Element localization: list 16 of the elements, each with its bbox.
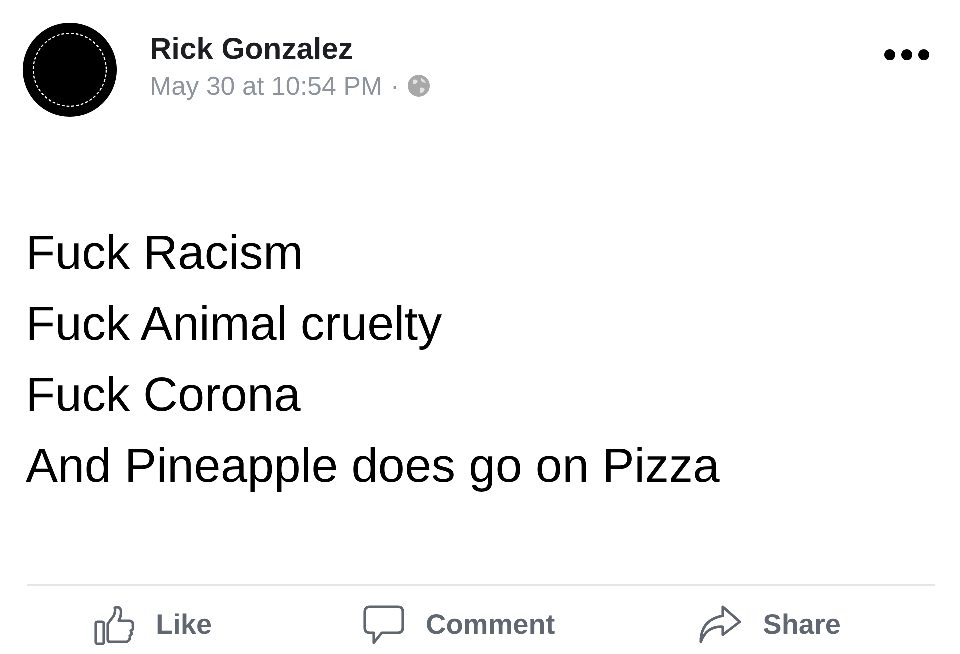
speech-bubble-icon	[362, 604, 406, 646]
share-arrow-icon[interactable]	[697, 604, 744, 646]
post-timestamp[interactable]: May 30 at 10:54 PM	[150, 70, 383, 102]
thumbs-up-icon	[94, 604, 136, 646]
globe-icon	[407, 74, 432, 98]
post-text-line: Fuck Corona	[26, 368, 302, 424]
author-name[interactable]: Rick Gonzalez	[150, 32, 884, 66]
more-options-icon[interactable]	[884, 49, 930, 61]
share-button[interactable]: Share	[697, 592, 841, 654]
post-text-line: And Pineapple does go on Pizza	[26, 439, 721, 495]
post-text-line: Fuck Animal cruelty	[26, 297, 444, 353]
separator-dot: ·	[390, 70, 400, 102]
like-button[interactable]: Like	[94, 592, 212, 654]
avatar[interactable]	[22, 22, 118, 118]
comment-button[interactable]: Comment	[362, 592, 556, 654]
post-text-line: Fuck Racism	[26, 226, 304, 282]
